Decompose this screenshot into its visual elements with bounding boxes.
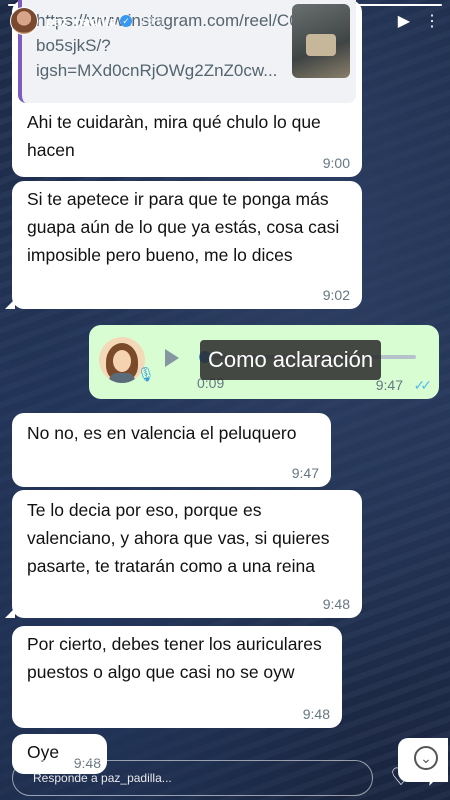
- message-text: Si te apetece ir para que te ponga más g…: [27, 189, 340, 265]
- message-bubble: Por cierto, debes tener los auriculares …: [12, 626, 342, 728]
- message-bubble: Te lo decia por eso, porque es valencian…: [5, 490, 362, 618]
- message-text: Te lo decia por eso, porque es valencian…: [27, 500, 330, 576]
- heart-icon[interactable]: ♡: [388, 765, 414, 791]
- message-text: Por cierto, debes tener los auriculares …: [27, 634, 322, 682]
- story-username[interactable]: paz_padilla: [46, 14, 116, 29]
- message-text: No no, es en valencia el peluquero: [27, 423, 297, 443]
- story-header: paz_padilla ✓ 13 h ▶ ⋮: [10, 7, 440, 35]
- bubble-tail: [5, 608, 15, 618]
- message-bubble: No no, es en valencia el peluquero 9:47: [12, 413, 331, 487]
- verified-badge-icon: ✓: [120, 15, 133, 27]
- read-receipt-icon: ✓✓: [413, 377, 433, 393]
- message-time: 9:02: [322, 287, 350, 303]
- bubble-tail: [5, 299, 15, 309]
- story-time-ago: 13 h: [140, 14, 164, 28]
- play-icon[interactable]: ▶: [398, 11, 410, 31]
- message-time: 9:47: [291, 465, 319, 481]
- message-time: 9:48: [322, 596, 350, 612]
- story-text-caption: Como aclaración: [200, 340, 382, 380]
- message-time: 9:47: [375, 377, 403, 393]
- microphone-icon: 🎙: [137, 366, 155, 382]
- message-bubble: Si te apetece ir para que te ponga más g…: [5, 181, 362, 309]
- avatar[interactable]: [10, 7, 38, 35]
- reply-placeholder: Responde a paz_padilla...: [33, 771, 172, 785]
- message-time: 9:48: [302, 706, 330, 722]
- message-text: Ahi te cuidaràn, mira qué chulo lo que h…: [27, 112, 321, 160]
- more-options-icon[interactable]: ⋮: [424, 11, 440, 31]
- message-time: 9:00: [322, 155, 350, 171]
- reply-input[interactable]: Responde a paz_padilla...: [12, 760, 373, 796]
- play-audio-icon[interactable]: [165, 349, 179, 367]
